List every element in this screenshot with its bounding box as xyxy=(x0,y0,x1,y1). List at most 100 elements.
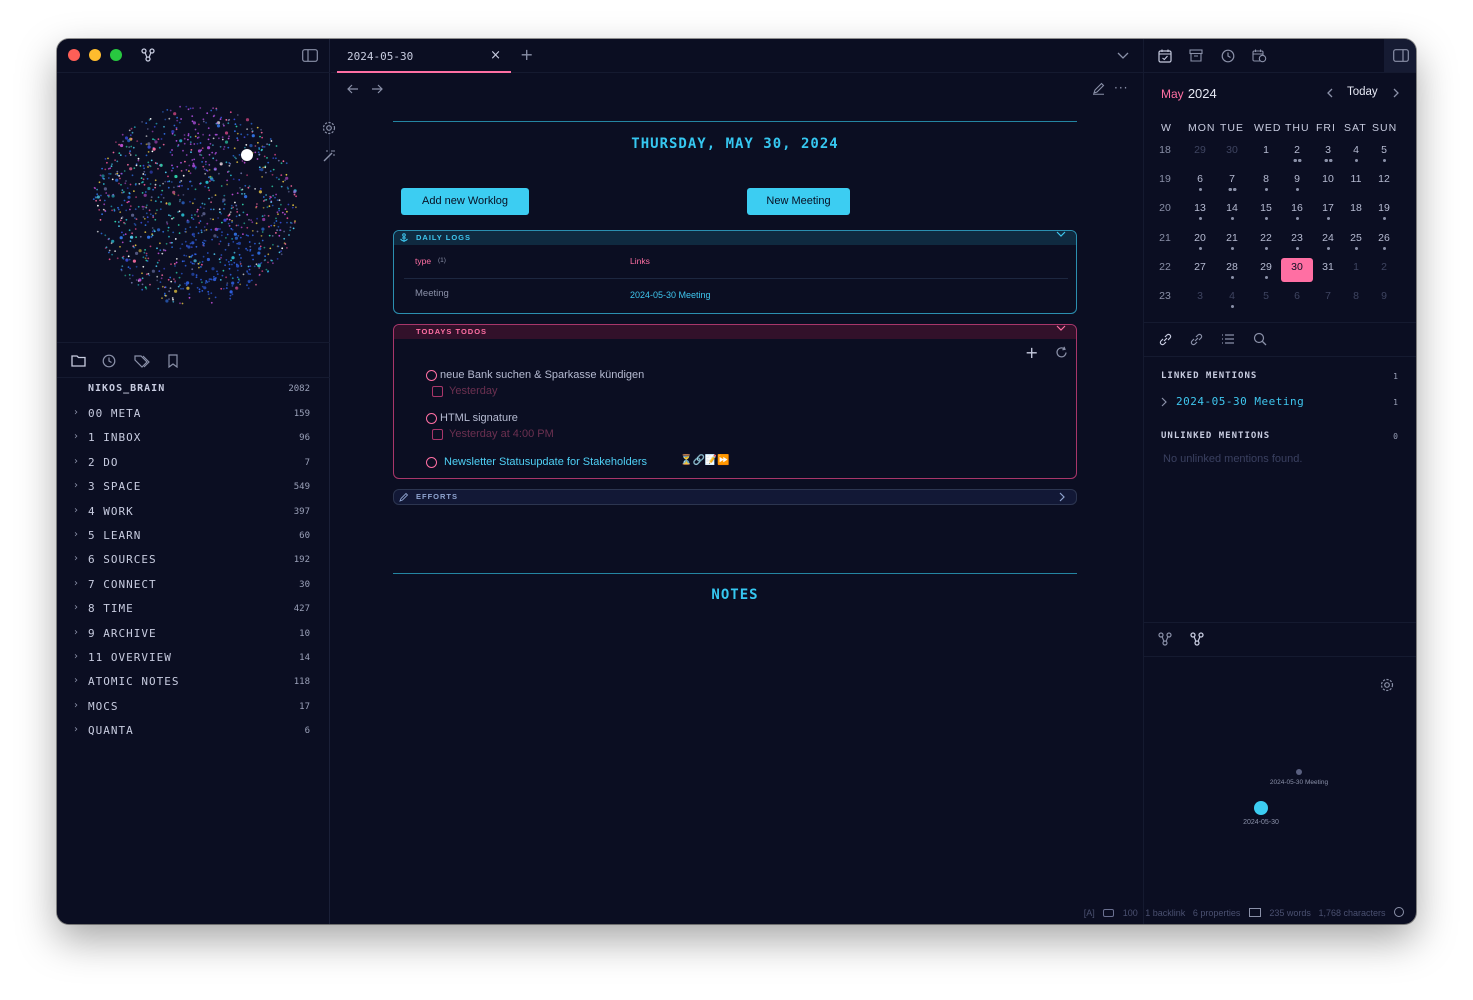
right-sidebar-toggle[interactable] xyxy=(1384,39,1416,72)
graph-icon[interactable] xyxy=(1190,632,1204,649)
calendar-day[interactable]: 11 xyxy=(1344,173,1368,185)
more-options-icon[interactable]: ··· xyxy=(1114,82,1128,94)
tree-folder[interactable]: › 5 LEARN 60 xyxy=(57,525,330,549)
chevron-right-icon[interactable]: › xyxy=(74,553,78,564)
tags-icon[interactable] xyxy=(134,354,150,371)
calendar-day[interactable]: 8 xyxy=(1344,290,1368,302)
expand-chevron-icon[interactable] xyxy=(1161,397,1168,410)
table-header-type[interactable]: type xyxy=(415,256,431,266)
file-explorer-icon[interactable] xyxy=(71,354,86,370)
close-tab-icon[interactable]: × xyxy=(490,48,501,63)
tree-folder[interactable]: › 6 SOURCES 192 xyxy=(57,549,330,573)
calendar-day[interactable]: 9 xyxy=(1285,173,1309,192)
back-arrow-icon[interactable] xyxy=(347,84,359,97)
calendar-day[interactable]: 7 xyxy=(1220,173,1244,192)
calendar-day[interactable]: 24 xyxy=(1316,232,1340,250)
tab-list-chevron-icon[interactable] xyxy=(1117,50,1129,63)
chevron-right-icon[interactable]: › xyxy=(74,627,78,638)
calendar-day[interactable]: 28 xyxy=(1220,261,1244,279)
outgoing-links-icon[interactable] xyxy=(1189,332,1204,350)
reading-view-icon[interactable] xyxy=(1248,908,1261,917)
calendar-day[interactable]: 23 xyxy=(1285,232,1309,250)
chevron-right-icon[interactable]: › xyxy=(74,505,78,516)
calendar-clock-icon[interactable] xyxy=(1252,49,1267,66)
calendar-day[interactable]: 27 xyxy=(1188,261,1212,273)
week-number[interactable]: 22 xyxy=(1153,261,1177,273)
tree-folder[interactable]: › 4 WORK 397 xyxy=(57,501,330,525)
calendar-day[interactable]: 4 xyxy=(1344,144,1368,162)
calendar-day[interactable]: 12 xyxy=(1372,173,1396,185)
chevron-right-icon[interactable]: › xyxy=(74,602,78,613)
local-graph-settings-icon[interactable] xyxy=(1380,678,1394,695)
robot-icon[interactable] xyxy=(1103,909,1115,917)
tree-folder[interactable]: › 8 TIME 427 xyxy=(57,598,330,622)
calendar-day[interactable]: 19 xyxy=(1372,202,1396,221)
todo-checkbox[interactable] xyxy=(426,370,437,381)
refresh-icon[interactable] xyxy=(1055,346,1068,362)
chevron-right-icon[interactable]: › xyxy=(74,700,78,711)
calendar-day[interactable]: 3 xyxy=(1188,290,1212,302)
calendar-day[interactable]: 8 xyxy=(1254,173,1278,192)
calendar-day[interactable]: 29 xyxy=(1254,261,1278,279)
search-icon[interactable] xyxy=(1253,332,1267,349)
edit-pencil-icon[interactable] xyxy=(1092,82,1105,98)
chevron-right-icon[interactable]: › xyxy=(74,578,78,589)
new-tab-icon[interactable]: + xyxy=(520,47,533,63)
tree-folder[interactable]: › ATOMIC NOTES 118 xyxy=(57,671,330,695)
daily-logs-header[interactable]: DAILY LOGS xyxy=(394,231,1076,245)
calendar-day[interactable]: 26 xyxy=(1372,232,1396,250)
meeting-link[interactable]: 2024-05-30 Meeting xyxy=(630,290,711,300)
todo-link-text[interactable]: Newsletter Statusupdate for Stakeholders xyxy=(444,456,647,468)
calendar-day[interactable]: 22 xyxy=(1254,232,1278,250)
tree-folder[interactable]: › 11 OVERVIEW 14 xyxy=(57,647,330,671)
week-number[interactable]: 23 xyxy=(1153,290,1177,302)
zoom-window-button[interactable] xyxy=(110,49,122,61)
tree-folder[interactable]: › 00 META 159 xyxy=(57,403,330,427)
week-number[interactable]: 18 xyxy=(1153,144,1177,156)
calendar-day[interactable]: 30 xyxy=(1220,144,1244,156)
minimize-window-button[interactable] xyxy=(89,49,101,61)
calendar-day[interactable]: 1 xyxy=(1344,261,1368,273)
new-meeting-button[interactable]: New Meeting xyxy=(747,188,850,215)
calendar-tab-icon[interactable] xyxy=(1158,49,1172,66)
calendar-day[interactable]: 5 xyxy=(1254,290,1278,302)
outline-icon[interactable] xyxy=(1221,333,1235,348)
todays-todos-header[interactable]: TODAYS TODOS xyxy=(394,325,1076,339)
add-todo-icon[interactable]: + xyxy=(1025,345,1038,361)
calendar-day[interactable]: 4 xyxy=(1220,290,1244,308)
week-number[interactable]: 19 xyxy=(1153,173,1177,185)
calendar-day[interactable]: 2 xyxy=(1285,144,1309,162)
status-backlinks[interactable]: 1 backlink xyxy=(1145,908,1185,918)
calendar-day[interactable]: 14 xyxy=(1220,202,1244,221)
week-number[interactable]: 20 xyxy=(1153,202,1177,214)
graph-view-icon[interactable] xyxy=(141,48,155,65)
backlinks-icon[interactable] xyxy=(1158,332,1173,350)
efforts-callout[interactable]: EFFORTS xyxy=(393,489,1077,505)
calendar-day[interactable]: 20 xyxy=(1188,232,1212,250)
calendar-day[interactable]: 9 xyxy=(1372,290,1396,302)
week-number[interactable]: 21 xyxy=(1153,232,1177,244)
graph-canvas[interactable] xyxy=(85,101,305,321)
local-graph-icon[interactable] xyxy=(1158,632,1172,649)
tree-folder[interactable]: › 1 INBOX 96 xyxy=(57,427,330,451)
tree-folder[interactable]: › 7 CONNECT 30 xyxy=(57,574,330,598)
calendar-day[interactable]: 29 xyxy=(1188,144,1212,156)
calendar-day[interactable]: 25 xyxy=(1344,232,1368,250)
calendar-day[interactable]: 6 xyxy=(1285,290,1309,302)
vault-root-label[interactable]: NIKOS_BRAIN xyxy=(88,383,165,394)
calendar-day[interactable]: 6 xyxy=(1188,173,1212,192)
tree-folder[interactable]: › 9 ARCHIVE 10 xyxy=(57,623,330,647)
calendar-day[interactable]: 7 xyxy=(1316,290,1340,302)
calendar-day[interactable]: 15 xyxy=(1254,202,1278,221)
chevron-right-icon[interactable]: › xyxy=(74,651,78,662)
recent-files-icon[interactable] xyxy=(102,354,116,371)
sync-status-icon[interactable] xyxy=(1394,907,1404,917)
sidebar-toggle-icon[interactable] xyxy=(302,49,318,65)
close-window-button[interactable] xyxy=(68,49,80,61)
chevron-right-icon[interactable]: › xyxy=(74,407,78,418)
calendar-day[interactable]: 5 xyxy=(1372,144,1396,162)
chevron-right-icon[interactable]: › xyxy=(74,480,78,491)
global-graph-view[interactable] xyxy=(57,73,336,343)
linked-mention-item[interactable]: 2024-05-30 Meeting xyxy=(1176,395,1304,408)
expand-chevron-icon[interactable] xyxy=(1059,492,1066,505)
